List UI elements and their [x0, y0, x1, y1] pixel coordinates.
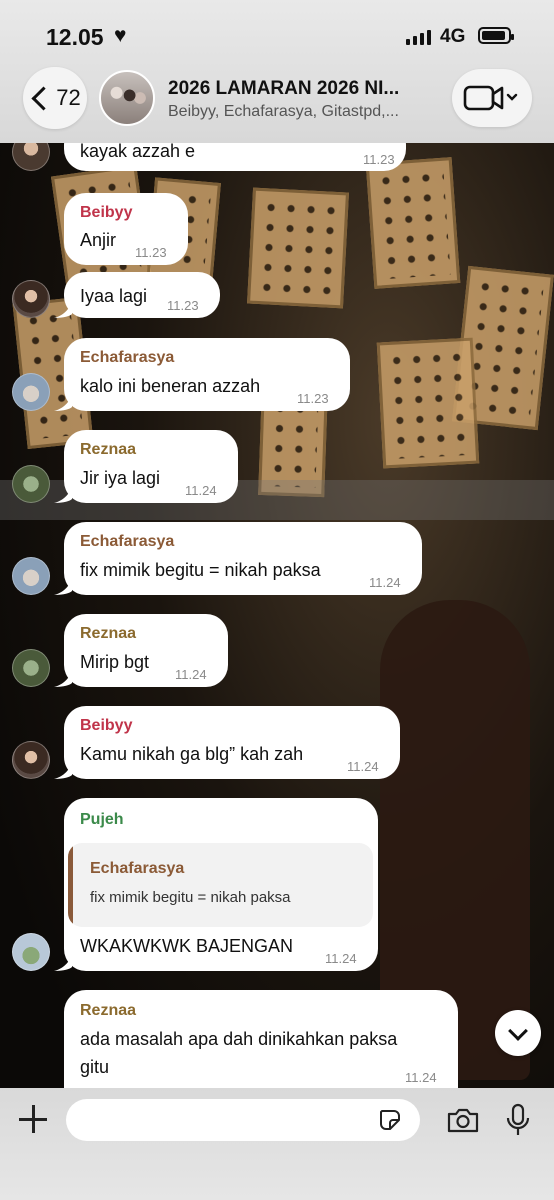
reply-quote-bar — [68, 843, 73, 927]
message-time: 11.24 — [405, 1070, 437, 1085]
camera-icon[interactable] — [446, 1106, 480, 1134]
scroll-to-bottom-button[interactable] — [495, 1010, 541, 1056]
back-button[interactable]: 72 — [23, 67, 87, 129]
message-input[interactable] — [66, 1099, 420, 1141]
unread-count: 72 — [56, 85, 81, 110]
message-time: 11.24 — [175, 667, 207, 682]
quote-text: fix mimik begitu = nikah paksa — [90, 889, 291, 906]
message-time: 11.24 — [325, 951, 357, 966]
microphone-icon[interactable] — [504, 1103, 532, 1137]
message-list[interactable]: kayak azzah e 11.23 Beibyy Anjir 11.23 I… — [0, 143, 554, 1088]
message-time: 11.23 — [167, 298, 199, 313]
sender-name[interactable]: Echafarasya — [80, 533, 174, 551]
chat-members[interactable]: Beibyy, Echafarasya, Gitastpd,... — [168, 103, 430, 121]
sender-name[interactable]: Beibyy — [80, 717, 132, 735]
message-text: kalo ini beneran azzah — [80, 376, 261, 396]
message-time: 11.23 — [363, 152, 395, 167]
status-time: 12.05 — [46, 24, 104, 50]
battery-icon — [478, 27, 514, 44]
avatar[interactable] — [12, 465, 50, 503]
message-time: 11.24 — [347, 759, 379, 774]
message-text: Iyaa lagi — [80, 286, 148, 306]
quote-sender: Echafarasya — [90, 860, 185, 877]
chevron-down-icon — [508, 1021, 528, 1041]
heart-icon: ♥ — [114, 24, 127, 47]
video-call-button[interactable] — [452, 69, 532, 127]
network-type: 4G — [440, 26, 466, 47]
message-text-line: ada masalah apa dah dinikahkan paksa — [80, 1029, 398, 1049]
message-text: Kamu nikah ga blg” kah zah — [80, 744, 304, 764]
chat-title[interactable]: 2026 LAMARAN 2026 NI... — [168, 78, 430, 100]
reply-quote[interactable]: Echafarasya fix mimik begitu = nikah pak… — [68, 843, 373, 927]
message-text-line: gitu — [80, 1057, 110, 1077]
sender-name[interactable]: Echafarasya — [80, 349, 174, 367]
message-text: Anjir — [80, 230, 117, 250]
top-bar: 12.05 ♥ 4G 72 2026 LAMARAN 2026 NI... Be… — [0, 0, 554, 143]
message-time: 11.24 — [369, 575, 401, 590]
message-time: 11.24 — [185, 483, 217, 498]
message-text: fix mimik begitu = nikah paksa — [80, 560, 321, 580]
chevron-left-icon — [31, 85, 56, 111]
avatar[interactable] — [12, 649, 50, 687]
sender-name[interactable]: Reznaa — [80, 625, 136, 643]
message-time: 11.23 — [135, 245, 167, 260]
message-text: WKAKWKWK BAJENGAN — [80, 936, 294, 956]
video-camera-icon — [463, 85, 518, 111]
signal-icon — [406, 30, 431, 45]
sender-name[interactable]: Beibyy — [80, 204, 132, 222]
avatar[interactable] — [12, 143, 50, 171]
avatar[interactable] — [12, 933, 50, 971]
sender-name[interactable]: Pujeh — [80, 811, 124, 829]
sender-name[interactable]: Reznaa — [80, 441, 136, 459]
sticker-icon[interactable] — [378, 1108, 402, 1132]
message-time: 11.23 — [297, 391, 329, 406]
group-avatar[interactable] — [99, 70, 155, 126]
avatar[interactable] — [12, 741, 50, 779]
message-text: kayak azzah e — [80, 143, 196, 161]
plus-icon[interactable] — [18, 1104, 48, 1134]
avatar[interactable] — [12, 557, 50, 595]
sender-name[interactable]: Reznaa — [80, 1002, 136, 1020]
avatar[interactable] — [12, 280, 50, 318]
message-text: Mirip bgt — [80, 652, 150, 672]
message-text: Jir iya lagi — [80, 468, 161, 488]
avatar[interactable] — [12, 373, 50, 411]
